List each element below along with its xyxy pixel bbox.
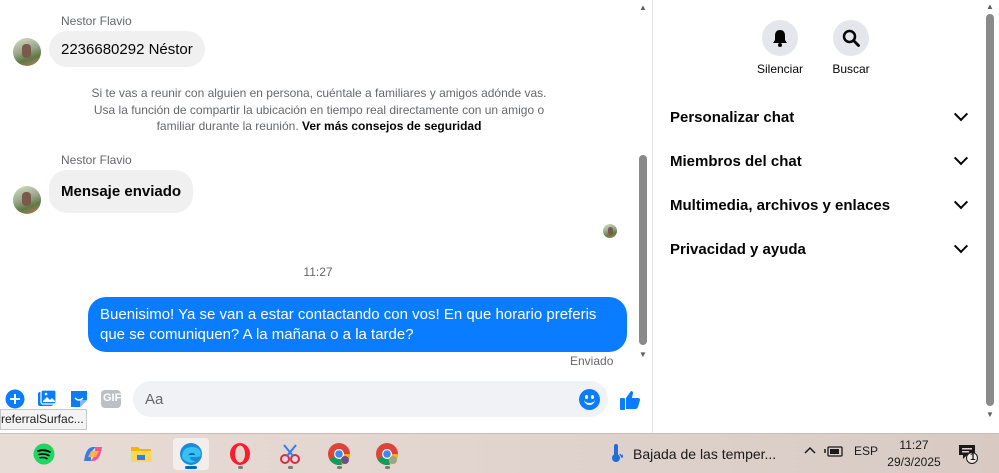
scroll-up-icon[interactable]: ▲: [985, 2, 995, 11]
emoji-icon[interactable]: [579, 389, 600, 410]
message-status: Enviado: [570, 354, 614, 368]
weather-widget[interactable]: Bajada de las temper...: [609, 443, 776, 465]
message-text: Mensaje enviado: [61, 183, 182, 200]
message-text: 2236680292 Néstor: [61, 40, 193, 58]
message-input-placeholder: Aa: [145, 390, 164, 408]
section-customize-chat[interactable]: Personalizar chat: [670, 107, 969, 127]
copilot-icon[interactable]: [75, 438, 111, 470]
tooltip: referralSurfac...: [0, 409, 87, 430]
chevron-down-icon: [953, 195, 969, 210]
gallery-icon[interactable]: [36, 388, 58, 410]
thermometer-icon: [609, 443, 625, 466]
search-button[interactable]: Buscar: [821, 20, 881, 76]
search-label: Buscar: [832, 62, 870, 76]
edge-icon[interactable]: [173, 438, 209, 470]
running-indicator: [238, 466, 243, 469]
scroll-up-icon[interactable]: ▲: [638, 3, 648, 13]
section-label: Multimedia, archivos y enlaces: [670, 196, 891, 214]
system-clock[interactable]: 11:27 29/3/2025: [882, 437, 946, 471]
sender-name: Nestor Flavio: [61, 14, 132, 28]
chrome-profile-icon[interactable]: [369, 438, 405, 470]
section-label: Privacidad y ayuda: [670, 240, 806, 258]
safety-notice: Si te vas a reunir con alguien en person…: [88, 85, 550, 135]
sticker-icon[interactable]: [68, 388, 90, 410]
message-input[interactable]: Aa: [133, 381, 608, 417]
outgoing-message-bubble[interactable]: Buenisimo! Ya se van a estar contactando…: [88, 297, 627, 352]
running-indicator: [288, 466, 293, 469]
chevron-down-icon: [953, 107, 969, 122]
read-receipt-avatar: [603, 224, 617, 238]
avatar[interactable]: [13, 38, 41, 66]
mute-label: Silenciar: [756, 62, 804, 76]
snipping-tool-icon[interactable]: [272, 438, 308, 470]
search-icon: [833, 20, 869, 56]
file-explorer-icon[interactable]: [123, 438, 159, 470]
clock-date: 29/3/2025: [887, 455, 941, 469]
notification-count: 1: [970, 452, 976, 463]
running-indicator: [337, 466, 342, 469]
chevron-down-icon: [953, 239, 969, 254]
safety-tips-link[interactable]: Ver más consejos de seguridad: [302, 119, 481, 133]
spotify-icon[interactable]: [26, 438, 62, 470]
like-thumb-icon[interactable]: [619, 389, 641, 411]
chrome-icon[interactable]: [321, 438, 357, 470]
chat-info-panel: Silenciar Buscar Personalizar chat Miemb…: [652, 0, 999, 433]
gif-icon[interactable]: GIF: [100, 388, 122, 410]
section-media-files-links[interactable]: Multimedia, archivos y enlaces: [670, 195, 969, 215]
plus-icon[interactable]: [4, 388, 26, 410]
incoming-message-bubble[interactable]: 2236680292 Néstor: [49, 31, 205, 67]
weather-text: Bajada de las temper...: [633, 446, 777, 462]
mute-button[interactable]: Silenciar: [750, 20, 810, 76]
avatar[interactable]: [13, 186, 41, 214]
language-indicator[interactable]: ESP: [854, 444, 878, 458]
chevron-up-icon[interactable]: [803, 443, 817, 460]
panel-scrollbar[interactable]: ▲ ▼: [983, 0, 997, 425]
chevron-down-icon: [953, 151, 969, 166]
messenger-window: Nestor Flavio 2236680292 Néstor Si te va…: [0, 0, 999, 433]
scrollbar-thumb[interactable]: [639, 155, 647, 345]
windows-taskbar: Bajada de las temper... ESP 11:27 29/3/2…: [0, 433, 999, 473]
battery-icon[interactable]: [824, 444, 844, 461]
clock-time: 11:27: [899, 438, 929, 452]
bell-icon: [762, 20, 798, 56]
scroll-down-icon[interactable]: ▼: [638, 350, 648, 360]
scrollbar-thumb[interactable]: [986, 14, 994, 406]
sender-name: Nestor Flavio: [61, 153, 132, 167]
notifications-icon[interactable]: 1: [957, 442, 981, 466]
message-text: Buenisimo! Ya se van a estar contactando…: [100, 306, 597, 343]
incoming-message-bubble[interactable]: Mensaje enviado: [49, 170, 194, 213]
chat-scrollbar[interactable]: ▲ ▼: [636, 0, 650, 368]
chat-pane: Nestor Flavio 2236680292 Néstor Si te va…: [0, 0, 652, 433]
opera-icon[interactable]: [222, 438, 258, 470]
section-label: Personalizar chat: [670, 108, 795, 126]
time-separator: 11:27: [303, 265, 333, 279]
section-chat-members[interactable]: Miembros del chat: [670, 151, 969, 171]
gif-label: GIF: [103, 392, 122, 404]
section-privacy-help[interactable]: Privacidad y ayuda: [670, 239, 969, 259]
section-label: Miembros del chat: [670, 152, 802, 170]
scroll-down-icon[interactable]: ▼: [985, 410, 995, 419]
running-indicator: [385, 466, 390, 469]
